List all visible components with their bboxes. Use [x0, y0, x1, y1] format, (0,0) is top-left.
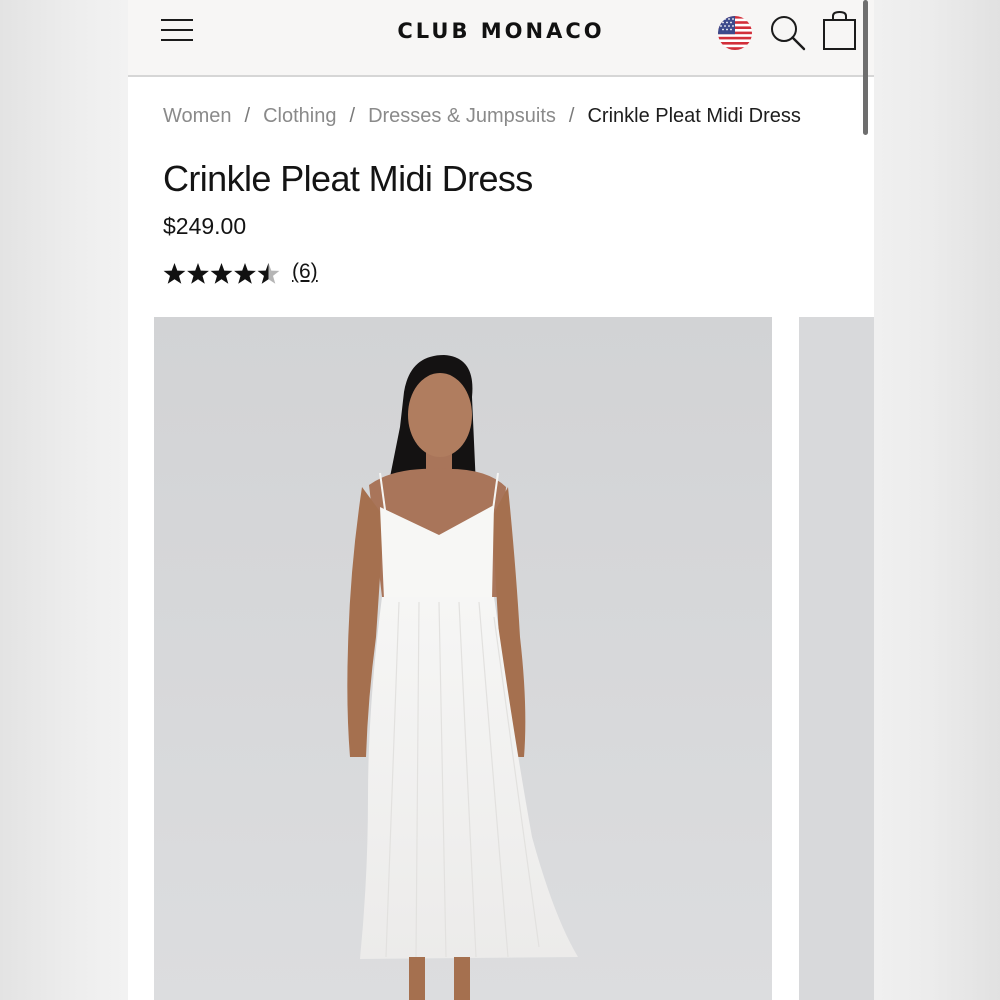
site-header: CLUB MONACO [128, 0, 874, 77]
breadcrumb-link-dresses-jumpsuits[interactable]: Dresses & Jumpsuits [368, 105, 556, 127]
breadcrumb-separator: / [244, 105, 251, 127]
mobile-screen: CLUB MONACO Women / Clothing / Dresses &… [128, 0, 874, 1000]
breadcrumb-separator: / [568, 105, 575, 127]
product-image-next[interactable] [799, 317, 874, 1000]
breadcrumb-link-clothing[interactable]: Clothing [263, 105, 336, 127]
product-price: $249.00 [163, 213, 247, 239]
scrollbar[interactable] [863, 0, 868, 135]
breadcrumb-link-women[interactable]: Women [163, 105, 232, 127]
brand-logo[interactable]: CLUB MONACO [128, 19, 874, 43]
breadcrumb-current: Crinkle Pleat Midi Dress [587, 105, 801, 127]
model-in-white-dress-image [154, 317, 772, 1000]
product-image-main[interactable] [154, 317, 772, 1000]
review-count-link[interactable]: (6) [292, 260, 318, 284]
shopping-bag-icon[interactable] [822, 10, 858, 52]
search-icon[interactable] [769, 14, 807, 52]
star-rating-icon [163, 263, 280, 284]
us-flag-icon[interactable] [718, 16, 752, 50]
breadcrumb-separator: / [349, 105, 356, 127]
breadcrumb: Women / Clothing / Dresses & Jumpsuits / Crink… [163, 105, 801, 128]
product-title: Crinkle Pleat Midi Dress [163, 158, 533, 199]
